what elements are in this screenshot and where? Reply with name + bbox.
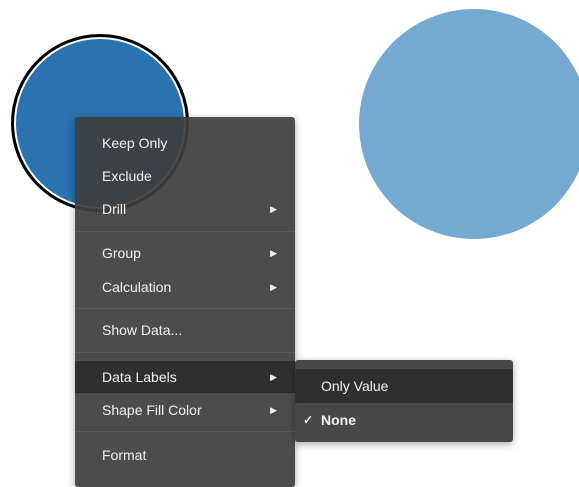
- menu-item-label: Format: [102, 447, 147, 463]
- data-labels-submenu: Only Value ✓ None: [295, 360, 513, 442]
- menu-item-label: Exclude: [102, 168, 152, 184]
- context-menu: Keep Only Exclude Drill ▶ Group ▶ Calcul…: [75, 117, 295, 487]
- menu-item-show-data[interactable]: Show Data...: [75, 314, 295, 346]
- menu-divider: [75, 431, 295, 432]
- menu-item-data-labels[interactable]: Data Labels ▶: [75, 361, 295, 393]
- submenu-arrow-icon: ▶: [270, 372, 277, 382]
- menu-item-format[interactable]: Format: [75, 439, 295, 471]
- menu-item-group[interactable]: Group ▶: [75, 237, 295, 269]
- submenu-arrow-icon: ▶: [270, 282, 277, 292]
- menu-item-keep-only[interactable]: Keep Only: [75, 127, 295, 159]
- menu-divider: [75, 308, 295, 309]
- submenu-item-only-value[interactable]: Only Value: [295, 369, 513, 403]
- menu-item-label: Shape Fill Color: [102, 402, 202, 418]
- submenu-item-label: None: [321, 412, 356, 428]
- menu-item-drill[interactable]: Drill ▶: [75, 193, 295, 225]
- menu-divider: [75, 231, 295, 232]
- submenu-arrow-icon: ▶: [270, 204, 277, 214]
- checkmark-icon: ✓: [303, 413, 314, 427]
- menu-item-label: Drill: [102, 201, 127, 217]
- menu-item-label: Calculation: [102, 279, 172, 295]
- submenu-item-none[interactable]: ✓ None: [295, 403, 513, 437]
- menu-item-calculation[interactable]: Calculation ▶: [75, 271, 295, 303]
- menu-divider: [75, 352, 295, 353]
- menu-item-label: Data Labels: [102, 369, 177, 385]
- menu-item-exclude[interactable]: Exclude: [75, 160, 295, 192]
- menu-item-label: Show Data...: [102, 322, 183, 338]
- bubble-mark[interactable]: [359, 9, 579, 239]
- submenu-arrow-icon: ▶: [270, 405, 277, 415]
- menu-item-label: Group: [102, 245, 141, 261]
- submenu-item-label: Only Value: [321, 378, 389, 394]
- submenu-arrow-icon: ▶: [270, 248, 277, 258]
- menu-item-shape-fill-color[interactable]: Shape Fill Color ▶: [75, 394, 295, 426]
- menu-item-label: Keep Only: [102, 135, 168, 151]
